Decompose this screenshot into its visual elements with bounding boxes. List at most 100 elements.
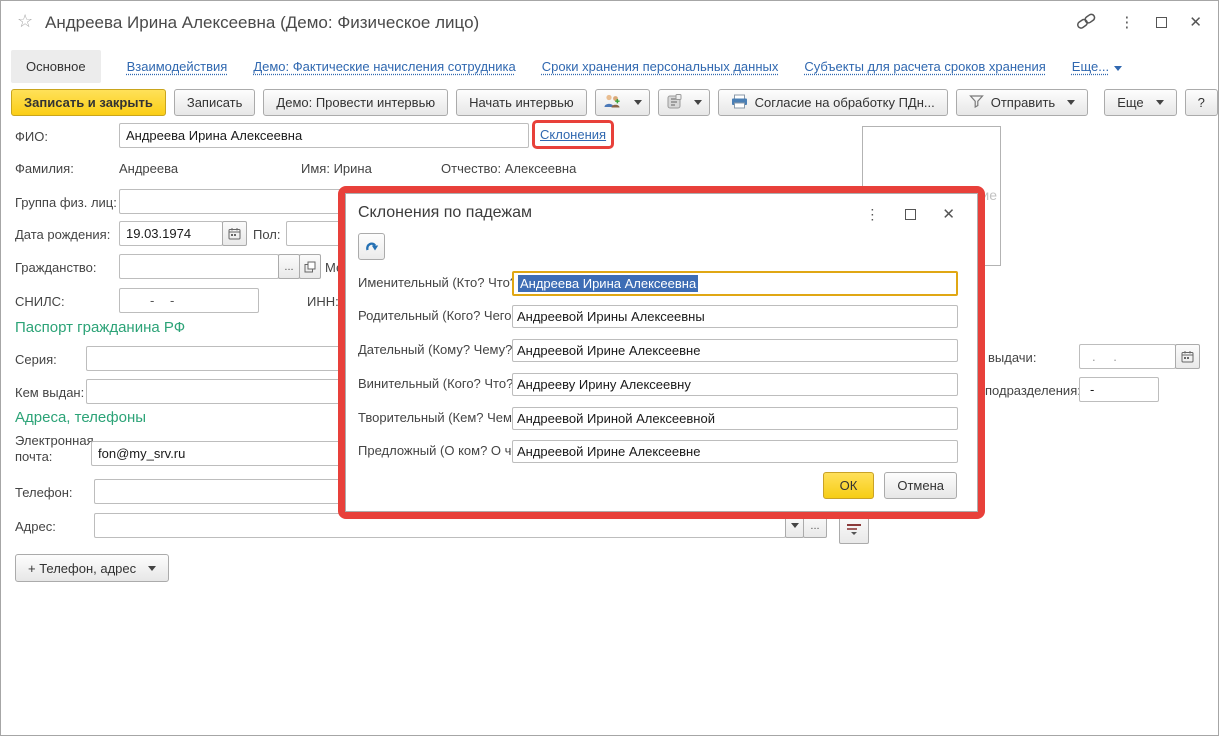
chevron-down-icon — [791, 523, 799, 528]
citizenship-open-button[interactable] — [299, 254, 321, 279]
tab-retention-periods[interactable]: Сроки хранения персональных данных — [542, 59, 779, 74]
phone-input[interactable] — [94, 479, 371, 504]
refill-declensions-button[interactable] — [358, 233, 385, 260]
toolbar: Записать и закрыть Записать Демо: Провес… — [11, 89, 1206, 116]
add-phone-address-label: + Телефон, адрес — [28, 561, 136, 576]
snils-input[interactable]: - - — [119, 288, 259, 313]
fio-label: ФИО: — [15, 129, 48, 144]
lines-caret-icon — [846, 522, 862, 536]
tab-accruals[interactable]: Демо: Фактические начисления сотрудника — [253, 59, 515, 74]
window-controls: ⋮ ✕ — [1075, 11, 1202, 33]
app-window: ☆ Андреева Ирина Алексеевна (Демо: Физич… — [0, 0, 1219, 736]
consent-label: Согласие на обработку ПДн... — [755, 95, 935, 110]
series-label: Серия: — [15, 352, 57, 367]
patronymic-pair: Отчество: Алексеевна — [441, 161, 576, 176]
help-button[interactable]: ? — [1185, 89, 1218, 116]
tab-interactions[interactable]: Взаимодействия — [127, 59, 228, 74]
tab-main[interactable]: Основное — [11, 50, 101, 83]
tab-more-label: Еще... — [1072, 59, 1109, 74]
case-prepositional-input[interactable]: Андреевой Ирине Алексеевне — [512, 440, 958, 463]
email-input[interactable]: fon@my_srv.ru — [91, 441, 371, 466]
chevron-down-icon — [1114, 66, 1122, 71]
addresses-section-header: Адреса, телефоны — [15, 409, 146, 426]
patronymic-label: Отчество: — [441, 161, 501, 176]
birthdate-calendar-button[interactable] — [222, 221, 247, 246]
issue-date-calendar-button[interactable] — [1175, 344, 1200, 369]
more-label: Еще — [1117, 95, 1143, 110]
case-instrumental-label: Творительный (Кем? Чем?): — [358, 410, 527, 425]
calendar-icon — [228, 227, 241, 240]
division-code-input[interactable]: - — [1079, 377, 1159, 402]
birthdate-input[interactable]: 19.03.1974 — [119, 221, 223, 246]
dialog-footer: ОК Отмена — [823, 472, 957, 499]
nav-tabs: Основное Взаимодействия Демо: Фактически… — [11, 49, 1122, 83]
save-button[interactable]: Записать — [174, 89, 256, 116]
selected-text: Андреева Ирина Алексеевна — [518, 275, 698, 292]
case-genitive-input[interactable]: Андреевой Ирины Алексеевны — [512, 305, 958, 328]
chevron-down-icon — [1067, 100, 1075, 105]
case-genitive-label: Родительный (Кого? Чего?): — [358, 308, 527, 323]
gender-label: Пол: — [253, 227, 281, 242]
case-dative-label: Дательный (Кому? Чему?): — [358, 342, 520, 357]
surname-label: Фамилия: — [15, 161, 74, 176]
declensions-link[interactable]: Склонения — [540, 127, 606, 142]
address-label: Адрес: — [15, 519, 56, 534]
email-label-line1: Электронная — [15, 433, 94, 448]
tab-retention-subjects[interactable]: Субъекты для расчета сроков хранения — [804, 59, 1045, 74]
chevron-down-icon — [694, 100, 702, 105]
phone-label: Телефон: — [15, 485, 73, 500]
citizenship-ellipsis-button[interactable]: ... — [278, 254, 300, 279]
dialog-close-icon[interactable]: ✕ — [942, 205, 955, 223]
group-label: Группа физ. лиц: — [15, 195, 117, 210]
issue-date-input[interactable]: . . — [1079, 344, 1176, 369]
fio-input[interactable]: Андреева Ирина Алексеевна — [119, 123, 529, 148]
declensions-dialog: Склонения по падежам ⋮ ✕ Именительный (К… — [345, 193, 978, 512]
kebab-menu-icon[interactable]: ⋮ — [1119, 13, 1134, 31]
email-label-line2: почта: — [15, 449, 52, 464]
chevron-down-icon — [1156, 100, 1164, 105]
issued-by-label: Кем выдан: — [15, 385, 84, 400]
maximize-icon[interactable] — [1156, 17, 1167, 28]
case-accusative-input[interactable]: Андрееву Ирину Алексеевну — [512, 373, 958, 396]
dialog-maximize-icon[interactable] — [905, 209, 916, 220]
link-icon[interactable] — [1075, 12, 1097, 33]
case-accusative-label: Винительный (Кого? Что?): — [358, 376, 521, 391]
declensions-highlight: Склонения — [532, 120, 614, 149]
consent-print-button[interactable]: Согласие на обработку ПДн... — [718, 89, 948, 116]
page-title: Андреева Ирина Алексеевна (Демо: Физичес… — [45, 13, 479, 33]
stamp-icon — [666, 94, 682, 112]
citizenship-input[interactable] — [119, 254, 279, 279]
dialog-kebab-menu-icon[interactable]: ⋮ — [865, 206, 879, 223]
more-button[interactable]: Еще — [1104, 89, 1176, 116]
send-split-button[interactable]: Отправить — [956, 89, 1088, 116]
citizenship-label: Гражданство: — [15, 260, 97, 275]
save-and-close-button[interactable]: Записать и закрыть — [11, 89, 166, 116]
cancel-button[interactable]: Отмена — [884, 472, 957, 499]
passport-section-header: Паспорт гражданина РФ — [15, 319, 185, 336]
chevron-down-icon — [148, 566, 156, 571]
case-dative-input[interactable]: Андреевой Ирине Алексеевне — [512, 339, 958, 362]
case-nominative-input[interactable]: Андреева Ирина Алексеевна — [512, 271, 958, 296]
stamp-split-button[interactable] — [658, 89, 710, 116]
favorite-star-icon[interactable]: ☆ — [17, 11, 33, 32]
add-phone-address-button[interactable]: + Телефон, адрес — [15, 554, 169, 582]
open-form-icon — [304, 261, 316, 273]
patronymic-value: Алексеевна — [505, 161, 577, 176]
firstname-label: Имя: — [301, 161, 330, 176]
inn-label: ИНН: — [307, 294, 339, 309]
declensions-dialog-highlight: Склонения по падежам ⋮ ✕ Именительный (К… — [338, 186, 985, 519]
snils-label: СНИЛС: — [15, 294, 65, 309]
close-icon[interactable]: ✕ — [1189, 13, 1202, 31]
case-nominative-label: Именительный (Кто? Что?): — [358, 275, 525, 290]
firstname-value: Ирина — [334, 161, 372, 176]
issue-date-label-fragment: выдачи: — [988, 350, 1036, 365]
case-instrumental-input[interactable]: Андреевой Ириной Алексеевной — [512, 407, 958, 430]
tab-more[interactable]: Еще... — [1072, 59, 1122, 74]
add-person-split-button[interactable] — [595, 89, 650, 116]
start-interview-button[interactable]: Начать интервью — [456, 89, 587, 116]
people-add-icon — [603, 94, 622, 112]
curved-arrow-icon — [364, 240, 380, 254]
send-funnel-icon — [969, 94, 984, 111]
demo-interview-button[interactable]: Демо: Провести интервью — [263, 89, 448, 116]
ok-button[interactable]: ОК — [823, 472, 875, 499]
